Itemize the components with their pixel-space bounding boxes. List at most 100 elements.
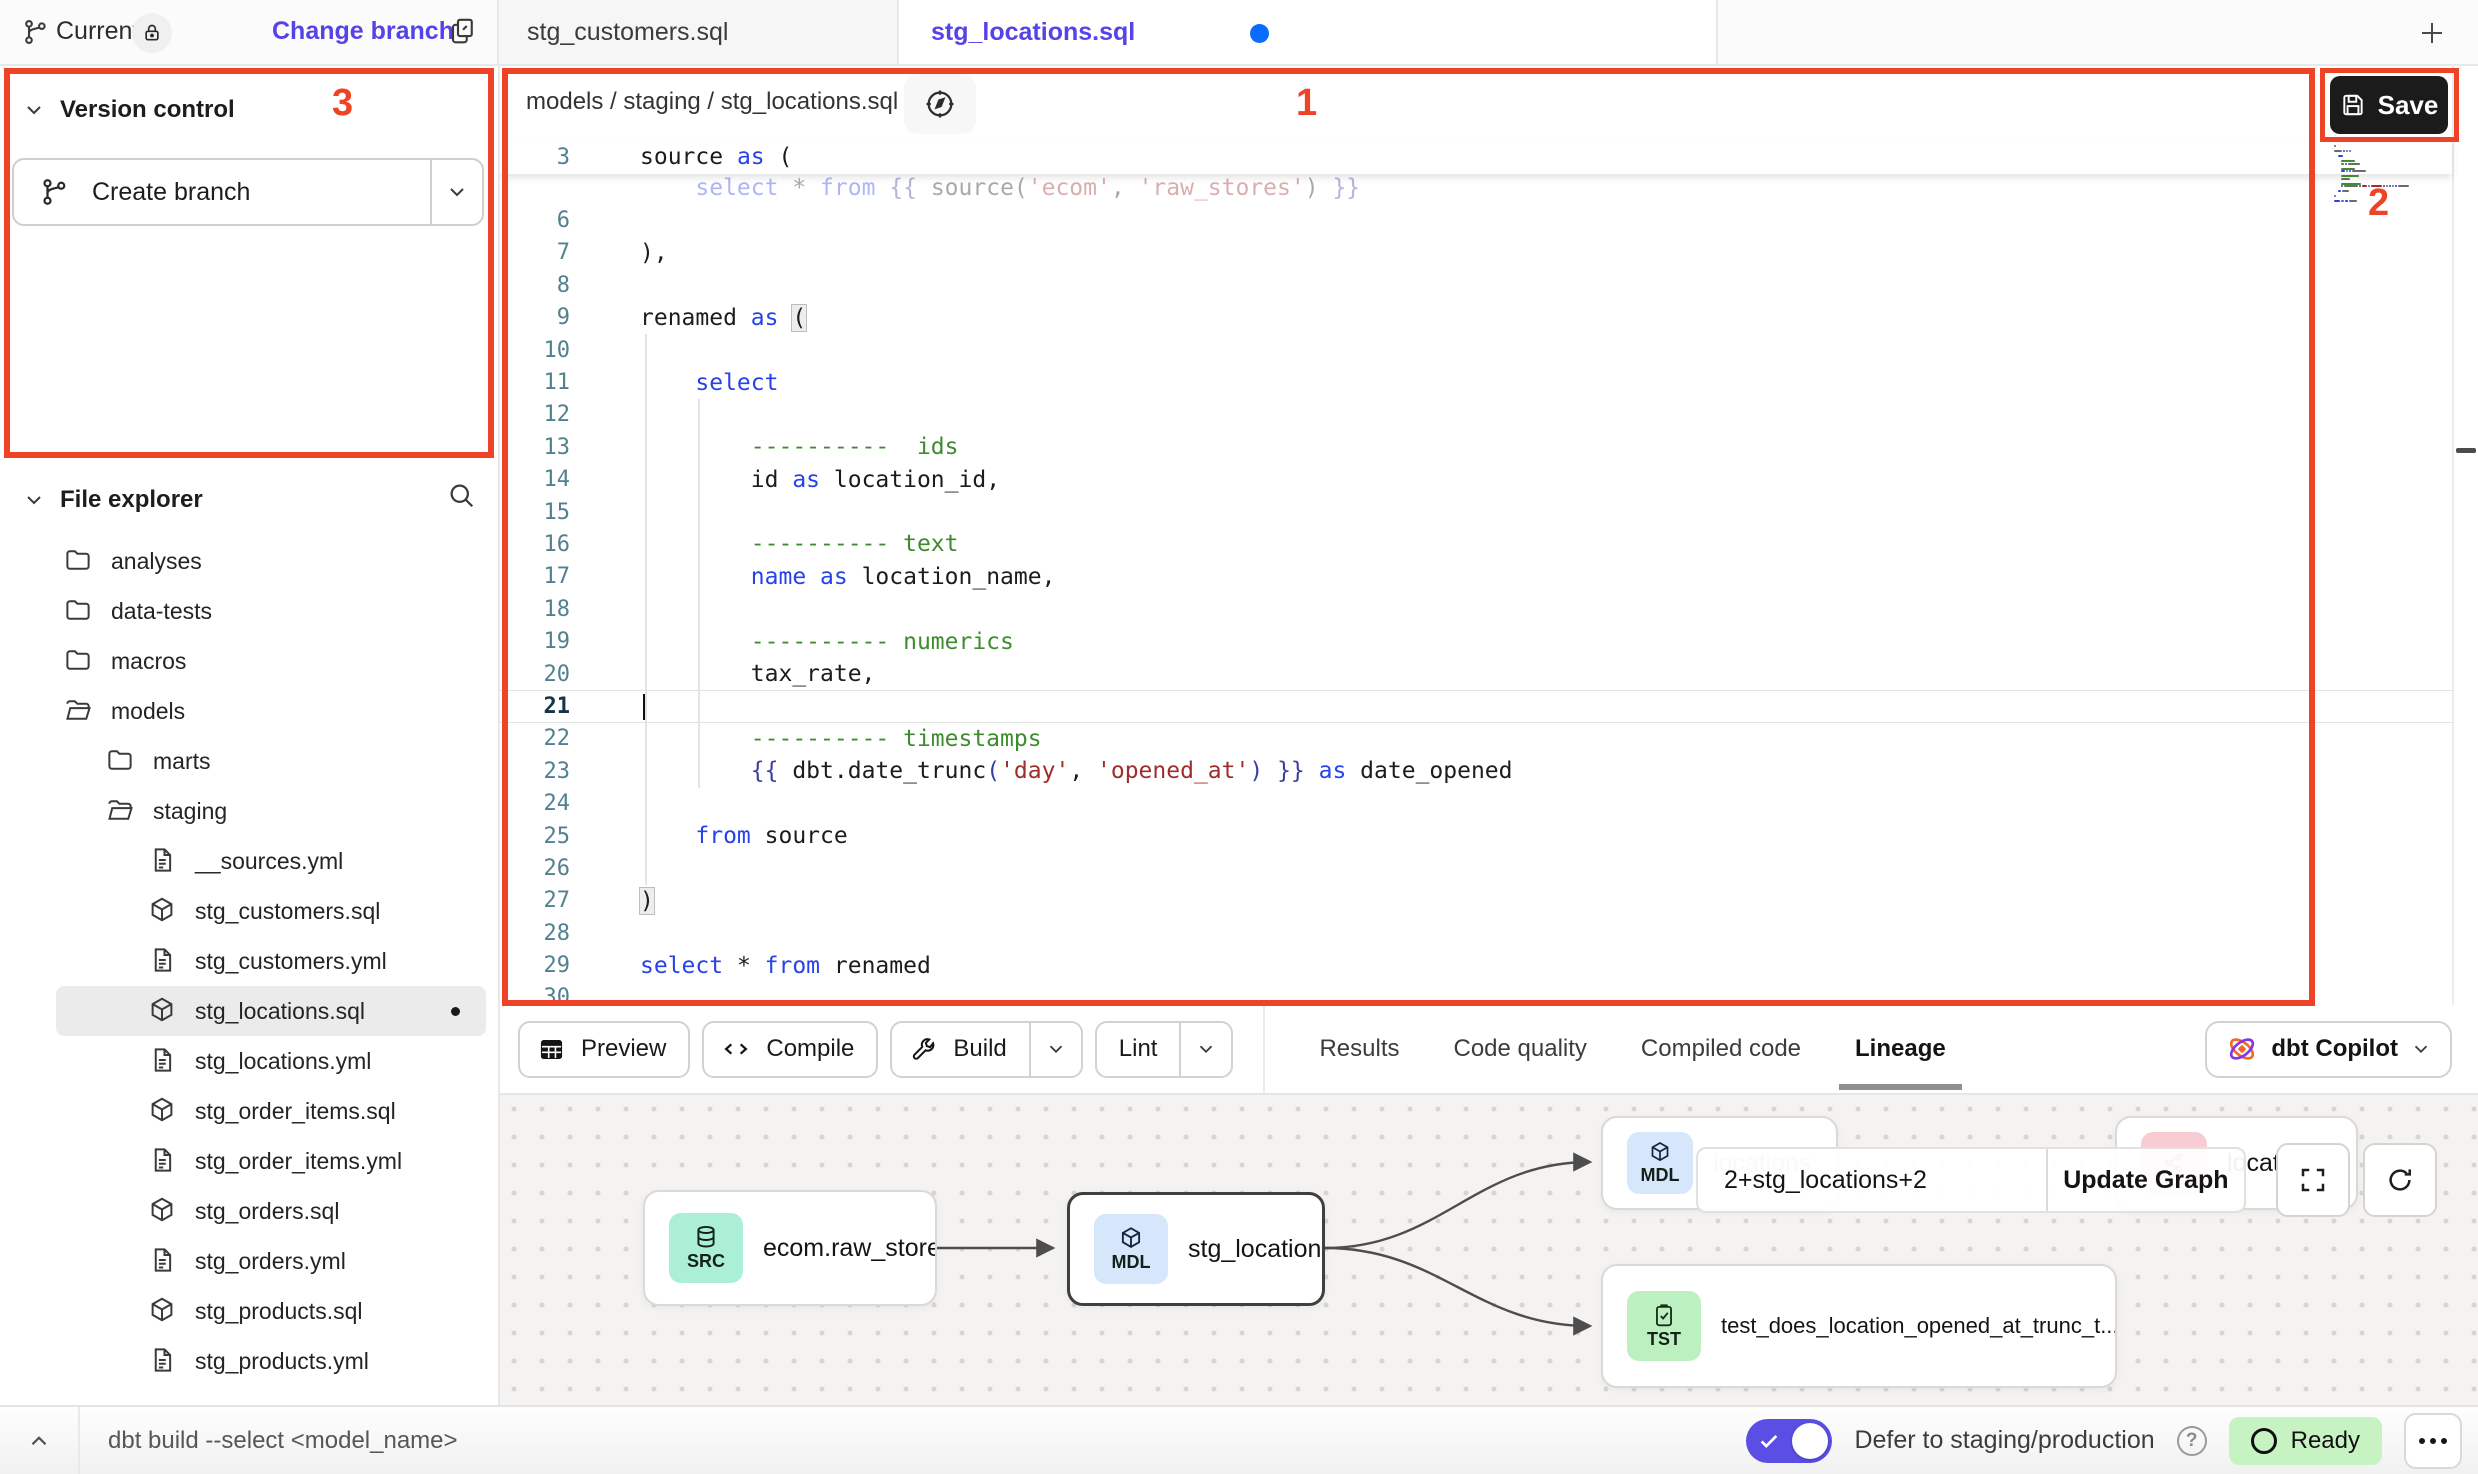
build-label: Build [953, 1035, 1006, 1063]
code-line[interactable]: 24 [500, 787, 2452, 819]
code-line[interactable]: 15 [500, 496, 2452, 528]
file-explorer-item[interactable]: macros [56, 636, 486, 686]
collapse-panel-button[interactable] [0, 1407, 80, 1474]
code-line[interactable]: 18 [500, 593, 2452, 625]
lineage-node-source[interactable]: SRC ecom.raw_stores [643, 1190, 937, 1306]
file-explorer-item[interactable]: stg_customers.yml [56, 936, 486, 986]
file-explorer-item[interactable]: staging [56, 786, 486, 836]
code-line[interactable]: 13 ---------- ids [500, 431, 2452, 463]
file-explorer-item[interactable]: data-tests [56, 586, 486, 636]
code-line[interactable]: 25 from source [500, 820, 2452, 852]
code-line[interactable]: 30 [500, 982, 2452, 1005]
dbt-command-text[interactable]: dbt build --select <model_name> [108, 1427, 458, 1455]
code-line[interactable]: 19 ---------- numerics [500, 625, 2452, 657]
file-name: staging [153, 798, 227, 825]
code-lines[interactable]: select * from {{ source('ecom', 'raw_sto… [500, 172, 2452, 1005]
file-explorer-item[interactable]: analyses [56, 536, 486, 586]
compile-button[interactable]: Compile [702, 1021, 878, 1078]
help-icon[interactable]: ? [2177, 1426, 2207, 1456]
build-dropdown[interactable] [1029, 1023, 1081, 1076]
update-graph-button[interactable]: Update Graph [2048, 1149, 2244, 1211]
file-explorer-item[interactable]: models [56, 686, 486, 736]
code-token: dbt.date_trunc [778, 758, 986, 784]
code-line[interactable]: 17 name as location_name, [500, 561, 2452, 593]
version-control-header[interactable]: Version control [0, 90, 498, 130]
minimap[interactable] [2334, 140, 2440, 204]
code-line[interactable]: 27) [500, 885, 2452, 917]
code-line[interactable]: 22 ---------- timestamps [500, 723, 2452, 755]
file-explorer-item[interactable]: stg_products.sql [56, 1286, 486, 1336]
cube-icon [1118, 1225, 1144, 1251]
code-editor[interactable]: models / staging / stg_locations.sql 3so… [500, 66, 2478, 1005]
create-branch-button[interactable]: Create branch [12, 158, 484, 226]
lineage-node-stg-locations[interactable]: MDL stg_locations [1067, 1192, 1325, 1306]
compass-lineage-icon[interactable] [904, 74, 976, 134]
code-token: as [1319, 758, 1347, 784]
tab-compiled-code[interactable]: Compiled code [1641, 1035, 1801, 1063]
tab-stg-customers[interactable]: stg_customers.sql [499, 0, 899, 64]
code-line[interactable]: 20 tax_rate, [500, 658, 2452, 690]
file-explorer-item[interactable]: stg_products.yml [56, 1336, 486, 1386]
node-label: ecom.raw_stores [763, 1234, 935, 1263]
lineage-node-test[interactable]: TST test_does_location_opened_at_trunc_t… [1601, 1264, 2117, 1388]
defer-toggle[interactable] [1746, 1419, 1832, 1463]
file-explorer-item[interactable]: stg_order_items.sql [56, 1086, 486, 1136]
file-explorer-header[interactable]: File explorer [0, 480, 498, 520]
code-line[interactable]: 7), [500, 237, 2452, 269]
file-explorer-item[interactable]: stg_order_items.yml [56, 1136, 486, 1186]
chevron-down-icon[interactable] [432, 180, 482, 204]
lineage-canvas[interactable]: SRC ecom.raw_stores MDL stg_locations MD… [500, 1095, 2478, 1405]
code-line[interactable]: 9renamed as ( [500, 302, 2452, 334]
tab-lineage[interactable]: Lineage [1855, 1035, 1946, 1063]
file-explorer-item[interactable]: stg_locations.yml [56, 1036, 486, 1086]
code-line-text: ---------- text [600, 531, 959, 557]
code-line[interactable]: 8 [500, 269, 2452, 301]
file-explorer-item[interactable]: stg_orders.sql [56, 1186, 486, 1236]
scrollbar-thumb[interactable] [2456, 448, 2476, 453]
code-line[interactable]: 12 [500, 399, 2452, 431]
code-line[interactable]: 29select * from renamed [500, 949, 2452, 981]
file-explorer-item[interactable]: __sources.yml [56, 836, 486, 886]
more-options-button[interactable] [2404, 1413, 2462, 1469]
file-explorer-item[interactable]: stg_customers.sql [56, 886, 486, 936]
tab-results[interactable]: Results [1319, 1035, 1399, 1063]
code-line[interactable]: select * from {{ source('ecom', 'raw_sto… [500, 172, 2452, 204]
line-number: 24 [500, 791, 600, 816]
tab-stg-locations[interactable]: stg_locations.sql [899, 0, 1718, 64]
code-line[interactable]: 10 [500, 334, 2452, 366]
refresh-button[interactable] [2363, 1143, 2437, 1217]
file-explorer-item[interactable]: stg_orders.yml [56, 1236, 486, 1286]
fullscreen-button[interactable] [2276, 1143, 2350, 1217]
lineage-selector-input[interactable] [1698, 1149, 2046, 1211]
tab-code-quality[interactable]: Code quality [1454, 1035, 1587, 1063]
new-tab-button[interactable] [2410, 13, 2454, 53]
preview-button[interactable]: Preview [518, 1021, 690, 1078]
code-line[interactable]: 26 [500, 852, 2452, 884]
dbt-copilot-button[interactable]: dbt Copilot [2205, 1021, 2452, 1078]
ready-status-badge[interactable]: Ready [2229, 1417, 2382, 1465]
save-button[interactable]: Save [2330, 76, 2448, 134]
code-line[interactable]: 28 [500, 917, 2452, 949]
copy-icon[interactable] [448, 16, 478, 46]
tab-label: stg_customers.sql [527, 18, 728, 47]
code-line[interactable]: 6 [500, 204, 2452, 236]
lint-button[interactable]: Lint [1095, 1021, 1234, 1078]
code-token [1305, 758, 1319, 784]
code-token: select [640, 953, 723, 979]
lint-dropdown[interactable] [1179, 1023, 1231, 1076]
line-number: 15 [500, 500, 600, 525]
code-line[interactable]: 14 id as location_id, [500, 464, 2452, 496]
code-line[interactable]: 11 select [500, 366, 2452, 398]
file-explorer-item[interactable]: marts [56, 736, 486, 786]
code-token [875, 175, 889, 201]
file-explorer-item[interactable]: stg_locations.sql [56, 986, 486, 1036]
code-line[interactable]: 23 {{ dbt.date_trunc('day', 'opened_at')… [500, 755, 2452, 787]
code-line[interactable]: 16 ---------- text [500, 528, 2452, 560]
code-token: location_id, [820, 467, 1000, 493]
change-branch-link[interactable]: Change branch [272, 17, 454, 46]
create-branch-label: Create branch [92, 178, 250, 207]
code-line[interactable]: 21 [500, 690, 2452, 722]
search-icon[interactable] [446, 480, 476, 510]
compile-label: Compile [766, 1035, 854, 1063]
build-button[interactable]: Build [890, 1021, 1082, 1078]
